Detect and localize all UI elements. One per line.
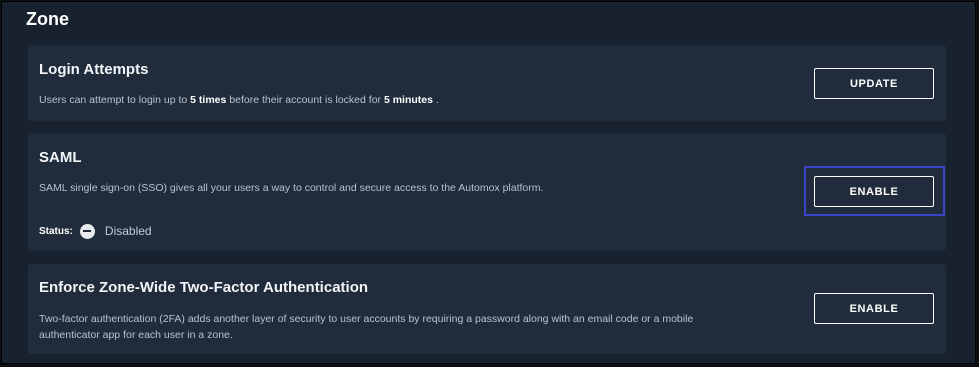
login-attempts-desc-middle: before their account is locked for (226, 94, 384, 106)
update-button[interactable]: UPDATE (814, 68, 934, 99)
login-attempts-title: Login Attempts (39, 61, 149, 78)
two-factor-title: Enforce Zone-Wide Two-Factor Authenticat… (39, 279, 369, 296)
two-factor-card: Enforce Zone-Wide Two-Factor Authenticat… (28, 264, 946, 354)
lock-duration: 5 minutes (383, 94, 433, 106)
page-title: Zone (26, 9, 69, 29)
status-label: Status: (39, 225, 73, 237)
login-attempts-description: Users can attempt to login up to 5 times… (39, 92, 759, 108)
two-factor-description: Two-factor authentication (2FA) adds ano… (39, 311, 759, 343)
login-attempts-desc-suffix: . (432, 94, 439, 106)
two-factor-desc-line-1: Two-factor authentication (2FA) adds ano… (39, 313, 694, 325)
login-attempts-card: Login Attempts Users can attempt to logi… (28, 45, 946, 121)
saml-description: SAML single sign-on (SSO) gives all your… (39, 182, 544, 194)
minus-circle-icon (79, 223, 95, 239)
saml-title: SAML (39, 149, 82, 166)
saml-status: Status: Disabled (39, 223, 152, 239)
status-value: Disabled (104, 224, 152, 238)
saml-enable-button[interactable]: ENABLE (814, 176, 934, 207)
zone-settings-panel: Zone Login Attempts Users can attempt to… (1, 1, 976, 364)
login-attempts-desc-prefix: Users can attempt to login up to (39, 94, 191, 106)
two-factor-enable-button[interactable]: ENABLE (814, 293, 934, 324)
login-attempts-count: 5 times (190, 94, 227, 106)
two-factor-desc-line-2: authenticator app for each user in a zon… (39, 329, 233, 341)
saml-card: SAML SAML single sign-on (SSO) gives all… (28, 133, 946, 251)
